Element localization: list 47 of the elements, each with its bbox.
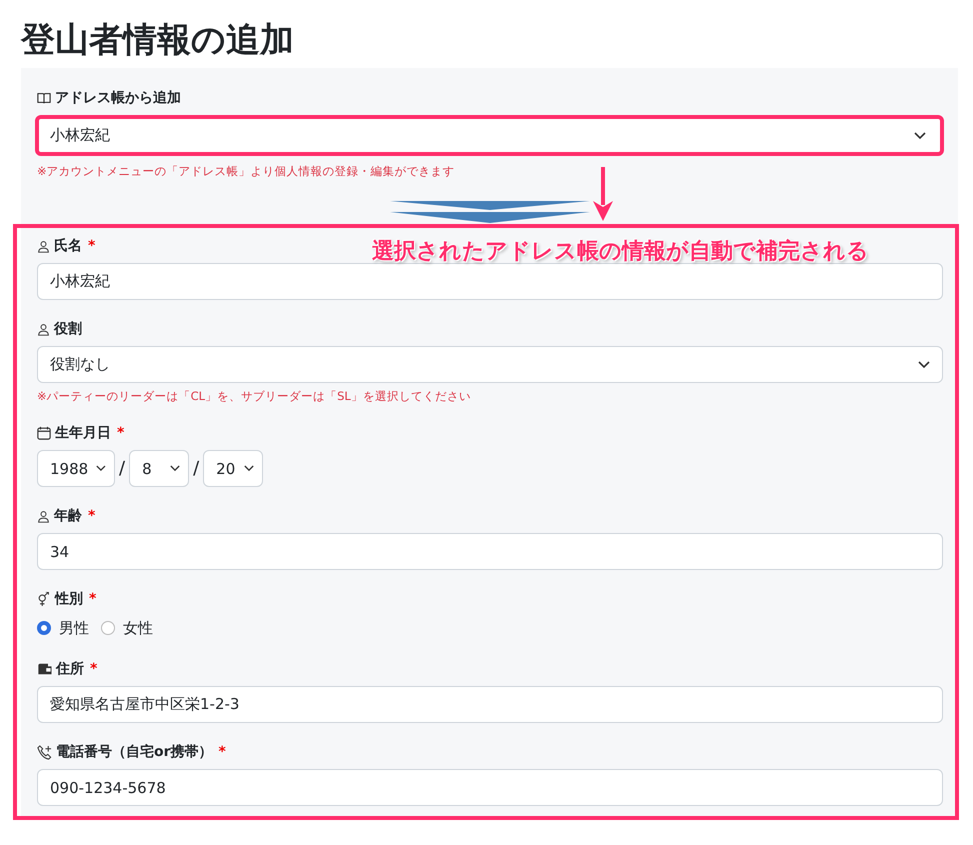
- field-label: 氏名: [54, 237, 82, 256]
- date-separator: /: [119, 458, 126, 479]
- required-asterisk: *: [89, 590, 96, 609]
- chevron-down-icon: [914, 132, 926, 140]
- chevron-down-icon: [918, 360, 930, 368]
- chevron-down-icon: [96, 465, 106, 472]
- help-note: ※アカウントメニューの「アドレス帳」より個人情報の登録・編集ができます: [37, 163, 456, 179]
- text-field[interactable]: 小林宏紀: [37, 263, 943, 300]
- role-select[interactable]: 役割なし: [37, 346, 943, 383]
- person-icon: [37, 322, 50, 336]
- date-select[interactable]: 8: [129, 450, 190, 487]
- chevron-down-icon: [244, 465, 254, 472]
- date-select[interactable]: 20: [203, 450, 264, 487]
- field-label: 役割: [54, 320, 82, 339]
- required-asterisk: *: [88, 507, 96, 526]
- radio-button[interactable]: [37, 621, 51, 635]
- radio-button[interactable]: [101, 621, 115, 635]
- date-separator: /: [193, 458, 200, 479]
- person-icon: [37, 510, 50, 522]
- radio-label[interactable]: 女性: [123, 618, 153, 638]
- field-label: 電話番号（自宅or携帯）: [56, 742, 213, 762]
- wallet-icon: [37, 662, 52, 676]
- text-field[interactable]: 090-1234-5678: [37, 769, 943, 806]
- down-arrow-icon: [591, 167, 615, 221]
- help-note: ※パーティーのリーダーは「CL」を、サブリーダーは「SL」を選択してください: [37, 388, 472, 404]
- radio-label[interactable]: 男性: [59, 618, 89, 638]
- callout-text: 選択されたアドレス帳の情報が自動で補完される: [372, 238, 869, 266]
- field-label: アドレス帳から追加: [55, 89, 181, 108]
- text-field[interactable]: 愛知県名古屋市中区栄1-2-3: [37, 686, 943, 723]
- book-icon: [37, 91, 51, 105]
- field-label: 性別: [55, 590, 83, 609]
- person-icon: [37, 240, 50, 252]
- field-label: 住所: [56, 660, 84, 679]
- field-label: 年齢: [54, 507, 82, 526]
- page-title: 登山者情報の追加: [21, 19, 295, 62]
- required-asterisk: *: [218, 743, 226, 762]
- required-asterisk: *: [117, 424, 124, 443]
- chevron-down-icon: [170, 465, 180, 472]
- field-label: 生年月日: [55, 424, 111, 443]
- calendar-icon: [37, 426, 51, 440]
- date-select[interactable]: 1988: [37, 450, 115, 487]
- required-asterisk: *: [90, 660, 98, 679]
- phone-icon: [37, 744, 52, 760]
- gender-icon: [37, 592, 51, 606]
- address-book-select[interactable]: 小林宏紀: [35, 115, 944, 156]
- required-asterisk: *: [88, 237, 96, 256]
- text-field[interactable]: 34: [37, 533, 943, 570]
